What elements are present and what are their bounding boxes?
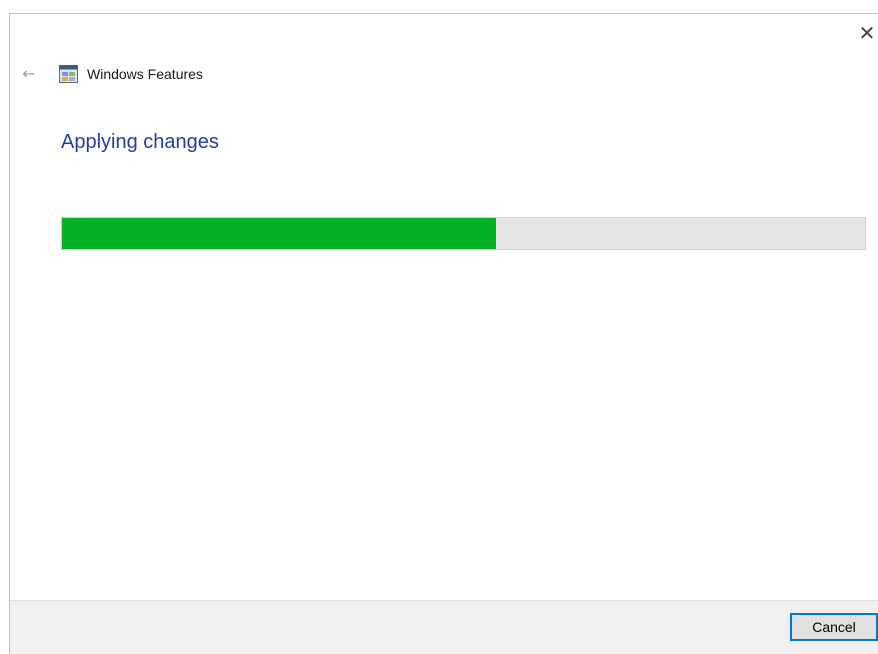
back-arrow-icon[interactable]: ← [19,64,39,84]
cancel-button[interactable]: Cancel [790,613,878,641]
progress-bar-fill [62,218,496,249]
progress-bar [61,217,866,250]
windows-features-dialog: ✕ ← Windows Features Applying changes Ca… [9,13,878,654]
close-icon[interactable]: ✕ [856,21,878,45]
windows-features-icon [59,65,78,83]
page-heading: Applying changes [61,131,219,153]
app-title: Windows Features [87,66,203,82]
dialog-footer: Cancel [10,600,878,654]
